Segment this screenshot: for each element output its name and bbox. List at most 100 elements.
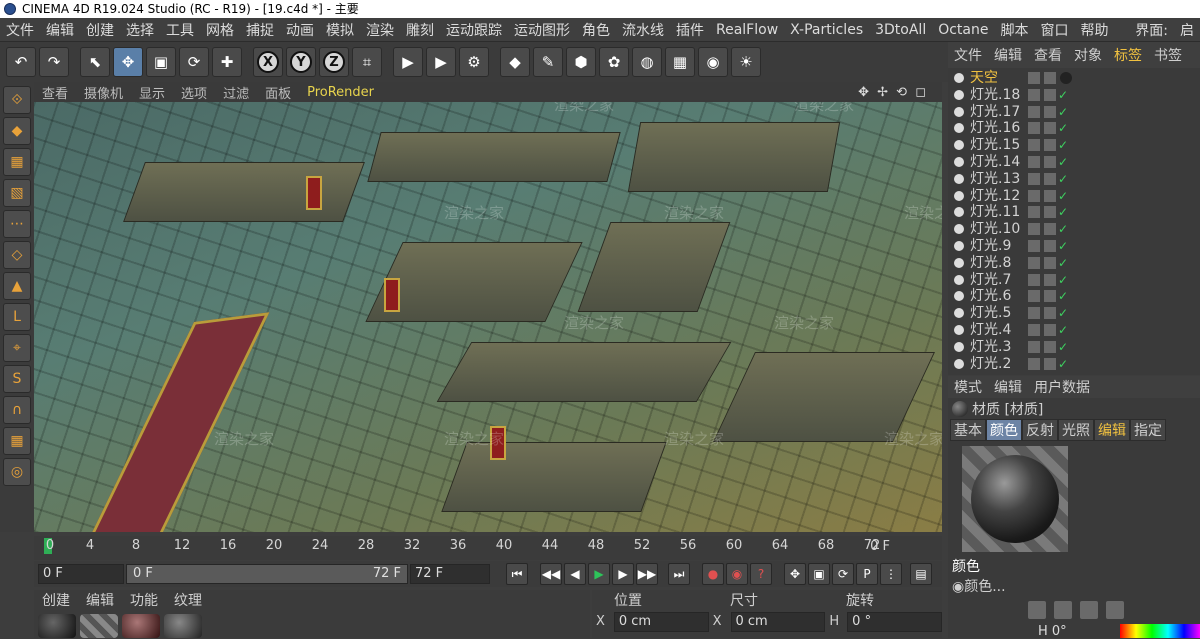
enabled-check-icon[interactable]: ✓ <box>1058 339 1068 355</box>
viewport-menu-item[interactable]: 面板 <box>257 83 299 102</box>
object-row-light[interactable]: 灯光.18 ✓ <box>954 87 1200 103</box>
cloner-icon[interactable]: ✿ <box>599 47 629 77</box>
render-picture-queue-icon[interactable]: ▶ <box>426 47 456 77</box>
object-row-light[interactable]: 灯光.15 ✓ <box>954 137 1200 153</box>
key-rotation-icon[interactable]: ⟳ <box>832 563 854 585</box>
menu-item[interactable]: 流水线 <box>616 20 670 40</box>
viewport-menu-item[interactable]: 摄像机 <box>76 83 131 102</box>
menu-item[interactable]: 运动图形 <box>508 20 576 40</box>
render-toggle[interactable] <box>1044 290 1056 303</box>
material-swatch[interactable] <box>80 614 118 638</box>
enabled-check-icon[interactable]: ✓ <box>1058 171 1068 187</box>
object-row-light[interactable]: 灯光.5 ✓ <box>954 305 1200 321</box>
enabled-check-icon[interactable]: ✓ <box>1058 154 1068 170</box>
channel-tab[interactable]: 编辑 <box>1094 419 1130 441</box>
object-row-light[interactable]: 灯光.2 ✓ <box>954 356 1200 372</box>
key-pla-icon[interactable]: ⋮ <box>880 563 902 585</box>
menu-item[interactable]: 文件 <box>0 20 40 40</box>
object-manager-tab[interactable]: 编辑 <box>988 45 1028 65</box>
render-toggle[interactable] <box>1044 105 1056 118</box>
material-menu-item[interactable]: 编辑 <box>78 590 122 610</box>
visibility-toggle[interactable] <box>1028 72 1040 84</box>
frame-range-slider[interactable]: 0 F 72 F <box>126 564 408 584</box>
enabled-check-icon[interactable]: ✓ <box>1058 272 1068 288</box>
object-row-light[interactable]: 灯光.8 ✓ <box>954 255 1200 271</box>
enabled-check-icon[interactable]: ✓ <box>1058 120 1068 136</box>
menu-item[interactable]: 网格 <box>200 20 240 40</box>
object-row-light[interactable]: 灯光.10 ✓ <box>954 221 1200 237</box>
size-x-field[interactable]: 0 cm <box>730 612 826 632</box>
render-toggle[interactable] <box>1044 340 1056 353</box>
object-row-light[interactable]: 灯光.13 ✓ <box>954 171 1200 187</box>
key-scale-icon[interactable]: ▣ <box>808 563 830 585</box>
timeline-scale[interactable]: 0 4 8 12 16 20 24 28 32 36 40 44 48 52 56 60 64 68 72 <box>44 536 880 560</box>
render-toggle[interactable] <box>1044 72 1056 84</box>
workplane-icon[interactable]: ▧ <box>3 179 31 207</box>
viewport-menu-item[interactable]: 选项 <box>173 83 215 102</box>
channel-tab[interactable]: 指定 <box>1130 419 1166 441</box>
enabled-check-icon[interactable]: ✓ <box>1058 238 1068 254</box>
y-axis-icon[interactable]: Y <box>286 47 316 77</box>
add-icon[interactable]: ✚ <box>212 47 242 77</box>
move-icon[interactable]: ✥ <box>113 47 143 77</box>
subdivision-icon[interactable]: ⬢ <box>566 47 596 77</box>
visibility-toggle[interactable] <box>1028 88 1040 101</box>
render-toggle[interactable] <box>1044 273 1056 286</box>
menu-item[interactable]: 运动跟踪 <box>440 20 508 40</box>
menu-item[interactable]: Octane <box>932 22 994 38</box>
menu-item[interactable]: X-Particles <box>784 22 869 38</box>
position-x-field[interactable]: 0 cm <box>613 612 709 632</box>
object-row-light[interactable]: 灯光.7 ✓ <box>954 272 1200 288</box>
image-icon[interactable] <box>1106 601 1124 619</box>
object-row-light[interactable]: 灯光.11 ✓ <box>954 204 1200 220</box>
object-row-light[interactable]: 灯光.12 ✓ <box>954 188 1200 204</box>
deformer-icon[interactable]: ◍ <box>632 47 662 77</box>
material-menu-item[interactable]: 创建 <box>34 590 78 610</box>
color-picker-icon[interactable] <box>1028 601 1046 619</box>
cube-icon[interactable]: ◆ <box>500 47 530 77</box>
render-toggle[interactable] <box>1044 206 1056 219</box>
edges-mode-icon[interactable]: ◇ <box>3 241 31 269</box>
render-view-icon[interactable]: ▶ <box>393 47 423 77</box>
object-manager-tab[interactable]: 查看 <box>1028 45 1068 65</box>
record-icon[interactable]: ● <box>702 563 724 585</box>
channel-tab[interactable]: 基本 <box>950 419 986 441</box>
visibility-toggle[interactable] <box>1028 139 1040 152</box>
material-swatch[interactable] <box>122 614 160 638</box>
material-swatch[interactable] <box>164 614 202 638</box>
menu-item[interactable]: 帮助 <box>1075 20 1115 40</box>
enabled-check-icon[interactable]: ✓ <box>1058 288 1068 304</box>
object-manager-tab[interactable]: 书签 <box>1148 45 1188 65</box>
menu-item[interactable]: 捕捉 <box>240 20 280 40</box>
color-wheel-icon[interactable] <box>1054 601 1072 619</box>
render-toggle[interactable] <box>1044 240 1056 252</box>
menu-item[interactable]: 工具 <box>160 20 200 40</box>
z-axis-icon[interactable]: Z <box>319 47 349 77</box>
layout-value[interactable]: 启 <box>1174 20 1200 40</box>
viewport-menu-item[interactable]: 过滤 <box>215 83 257 102</box>
visibility-toggle[interactable] <box>1028 324 1040 336</box>
menu-item[interactable]: 插件 <box>670 20 710 40</box>
model-mode-icon[interactable]: ◆ <box>3 117 31 145</box>
start-frame-field[interactable]: 0 F <box>38 564 124 584</box>
viewport-menu-item[interactable]: 查看 <box>34 83 76 102</box>
visibility-toggle[interactable] <box>1028 206 1040 219</box>
visibility-toggle[interactable] <box>1028 156 1040 168</box>
polygons-mode-icon[interactable]: ▲ <box>3 272 31 300</box>
channel-tab[interactable]: 光照 <box>1058 419 1094 441</box>
end-frame-field[interactable]: 72 F <box>410 564 490 584</box>
snap-icon[interactable]: S <box>3 365 31 393</box>
key-position-icon[interactable]: ✥ <box>784 563 806 585</box>
render-toggle[interactable] <box>1044 189 1056 202</box>
menu-item[interactable]: 模拟 <box>320 20 360 40</box>
menu-item[interactable]: 选择 <box>120 20 160 40</box>
visibility-toggle[interactable] <box>1028 357 1040 370</box>
channel-tab[interactable]: 颜色 <box>986 419 1022 441</box>
enabled-check-icon[interactable]: ✓ <box>1058 87 1068 103</box>
object-manager-tab[interactable]: 对象 <box>1068 45 1108 65</box>
pen-icon[interactable]: ✎ <box>533 47 563 77</box>
enabled-check-icon[interactable]: ✓ <box>1058 255 1068 271</box>
visibility-toggle[interactable] <box>1028 290 1040 303</box>
visibility-toggle[interactable] <box>1028 122 1040 135</box>
menu-item[interactable]: 3DtoAll <box>869 22 932 38</box>
